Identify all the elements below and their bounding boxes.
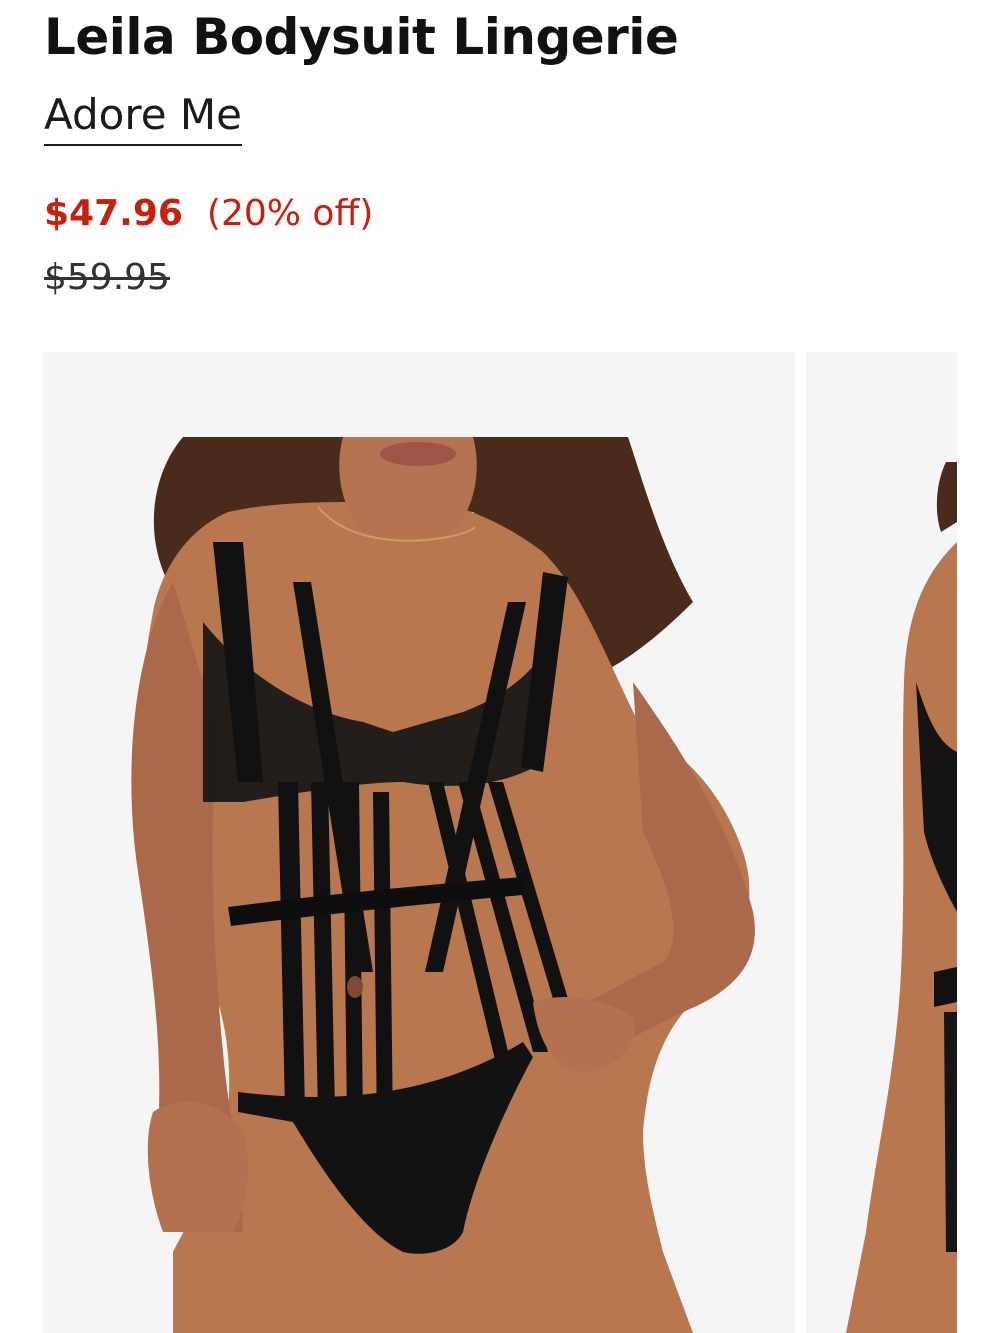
- discount-label: (20% off): [206, 193, 374, 234]
- product-image-carousel[interactable]: [43, 352, 1000, 1333]
- brand-link[interactable]: Adore Me: [44, 88, 242, 146]
- model-photo-side: [846, 462, 957, 1333]
- current-price: $47.96: [44, 193, 183, 234]
- original-price: $59.95: [44, 257, 170, 298]
- model-photo-front: [131, 437, 755, 1333]
- product-image-next[interactable]: [806, 352, 957, 1333]
- product-page: Leila Bodysuit Lingerie Adore Me $47.96 (…: [0, 0, 1000, 1333]
- product-title: Leila Bodysuit Lingerie: [44, 8, 679, 66]
- product-image-main[interactable]: [43, 352, 795, 1333]
- price-row: $47.96 (20% off): [44, 190, 373, 238]
